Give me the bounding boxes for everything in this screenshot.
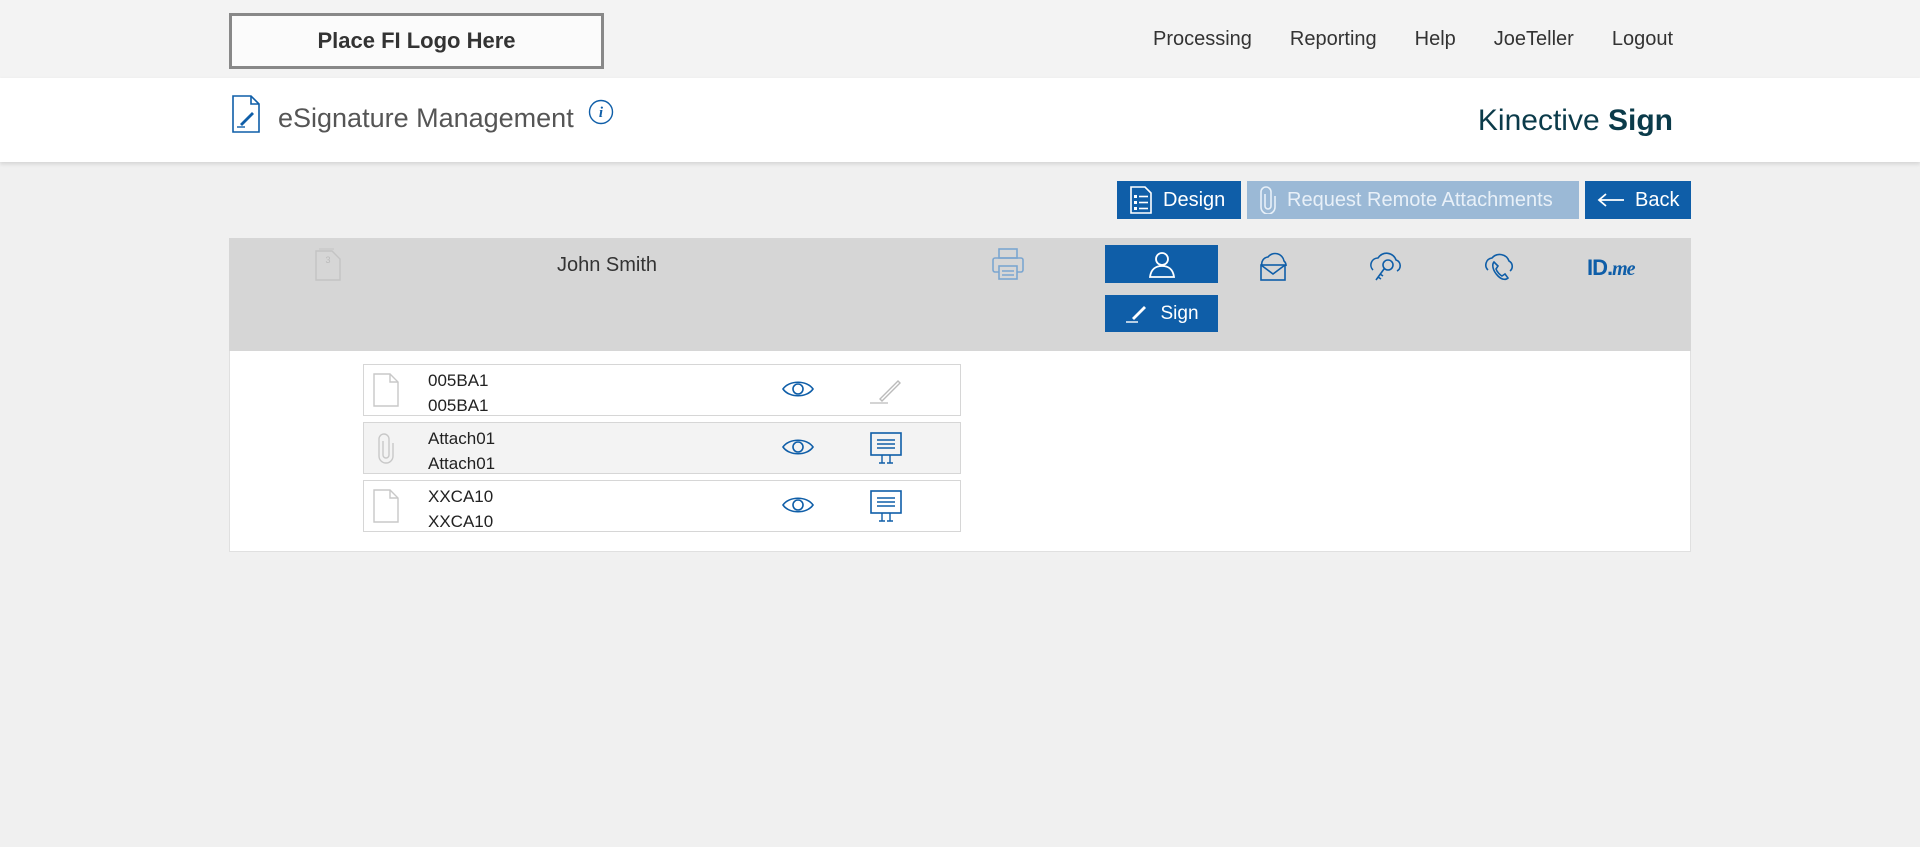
phone-cloud-icon[interactable] xyxy=(1480,250,1516,284)
eye-icon[interactable] xyxy=(781,435,815,459)
document-icon xyxy=(373,373,399,407)
remote-label: Request Remote Attachments xyxy=(1287,188,1553,211)
document-name: Attach01 Attach01 xyxy=(428,426,495,476)
idme-logo[interactable]: ID.me xyxy=(1587,255,1647,289)
idme-me-text: me xyxy=(1612,258,1635,280)
documents-panel: 005BA1 005BA1 Attach01 Attach01 XXCA10 X… xyxy=(229,351,1691,552)
document-name-line1: Attach01 xyxy=(428,429,496,448)
key-cloud-icon[interactable] xyxy=(1367,250,1403,284)
brand-bold: Sign xyxy=(1608,104,1673,137)
nav-logout[interactable]: Logout xyxy=(1612,28,1673,51)
present-icon[interactable] xyxy=(868,489,904,523)
nav-processing[interactable]: Processing xyxy=(1153,28,1252,51)
nav-user[interactable]: JoeTeller xyxy=(1494,28,1574,51)
present-icon[interactable] xyxy=(868,431,904,465)
signature-icon[interactable] xyxy=(868,373,904,407)
nav-help[interactable]: Help xyxy=(1415,28,1456,51)
signer-panel: 3 John Smith Sign ID.me xyxy=(229,238,1691,351)
eye-icon[interactable] xyxy=(781,377,815,401)
document-icon xyxy=(373,489,399,523)
email-cloud-icon[interactable] xyxy=(1255,250,1291,284)
document-name-line2: Attach01 xyxy=(428,454,496,473)
document-name-line2: XXCA10 xyxy=(428,512,494,531)
main-nav: Processing Reporting Help JoeTeller Logo… xyxy=(1153,28,1673,51)
paperclip-icon xyxy=(378,433,394,464)
doc-count: 3 xyxy=(325,255,330,265)
brand-logo: Kinective Sign xyxy=(1478,104,1673,138)
document-row: XXCA10 XXCA10 xyxy=(363,480,961,532)
pen-icon xyxy=(1126,305,1147,323)
arrow-left-icon xyxy=(1597,193,1624,207)
sign-button[interactable]: Sign xyxy=(1105,295,1218,332)
signer-role-button[interactable] xyxy=(1105,245,1218,283)
sign-label: Sign xyxy=(1160,302,1199,324)
document-name: XXCA10 XXCA10 xyxy=(428,484,493,534)
document-name: 005BA1 005BA1 xyxy=(428,368,489,418)
paperclip-icon xyxy=(1260,186,1276,214)
document-count-icon: 3 xyxy=(315,248,341,281)
design-button[interactable]: Design xyxy=(1117,181,1241,219)
back-button[interactable]: Back xyxy=(1585,181,1691,219)
esignature-doc-icon xyxy=(232,95,260,133)
info-icon[interactable]: i xyxy=(588,99,614,125)
document-row: 005BA1 005BA1 xyxy=(363,364,961,416)
request-remote-attachments-button[interactable]: Request Remote Attachments xyxy=(1247,181,1579,219)
document-name-line2: 005BA1 xyxy=(428,396,489,415)
brand-light: Kinective xyxy=(1477,104,1608,137)
eye-icon[interactable] xyxy=(781,493,815,517)
signer-name: John Smith xyxy=(557,254,658,276)
document-name-line1: 005BA1 xyxy=(428,371,489,390)
fi-logo-placeholder: Place FI Logo Here xyxy=(229,13,604,69)
back-label: Back xyxy=(1635,188,1680,211)
document-row: Attach01 Attach01 xyxy=(363,422,961,474)
nav-reporting[interactable]: Reporting xyxy=(1290,28,1377,51)
user-icon xyxy=(1148,252,1175,278)
checklist-icon xyxy=(1130,186,1152,214)
document-name-line1: XXCA10 xyxy=(428,487,494,506)
top-bar: Place FI Logo Here Processing Reporting … xyxy=(0,0,1920,78)
idme-id-text: ID. xyxy=(1587,255,1613,280)
page-title: eSignature Management xyxy=(278,103,574,133)
printer-icon[interactable] xyxy=(990,247,1026,281)
design-label: Design xyxy=(1163,188,1226,211)
